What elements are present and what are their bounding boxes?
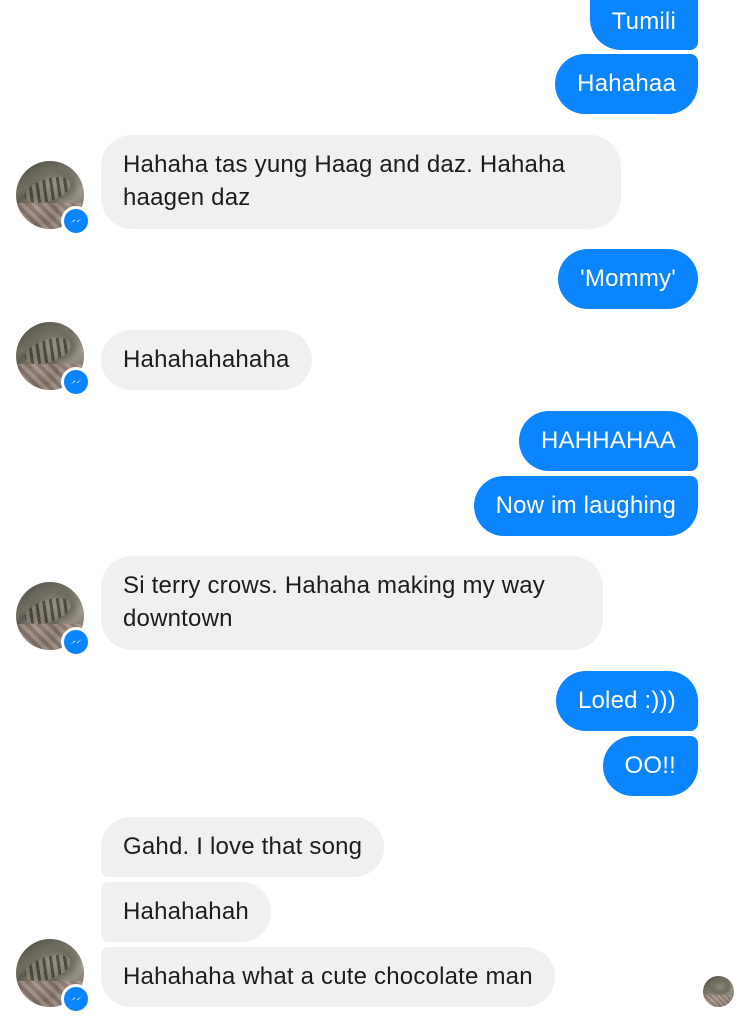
message-bubble-incoming[interactable]: Hahaha tas yung Haag and daz. Hahaha haa… — [101, 135, 621, 229]
messenger-icon — [70, 996, 82, 1002]
messenger-icon — [70, 379, 82, 385]
messenger-badge-icon — [61, 206, 91, 236]
read-receipt-avatar — [703, 976, 734, 1007]
messenger-badge-icon — [61, 984, 91, 1014]
message-bubble-outgoing[interactable]: OO!! — [602, 736, 698, 796]
messenger-badge-icon — [61, 367, 91, 397]
message-bubble-outgoing[interactable]: Loled :))) — [555, 671, 698, 731]
message-bubble-incoming[interactable]: Gahd. I love that song — [101, 817, 385, 877]
message-bubble-outgoing[interactable]: 'Mommy' — [558, 249, 698, 309]
messenger-icon — [70, 218, 82, 224]
messenger-icon — [70, 639, 82, 645]
message-bubble-outgoing[interactable]: HAHHAHAA — [519, 411, 698, 471]
messenger-badge-icon — [61, 627, 91, 657]
message-bubble-outgoing[interactable]: Tumili — [589, 0, 698, 50]
message-bubble-outgoing[interactable]: Hahahaa — [555, 54, 698, 114]
message-bubble-incoming[interactable]: Hahahahahaha — [101, 330, 312, 390]
message-bubble-incoming[interactable]: Hahahaha what a cute chocolate man — [101, 947, 555, 1007]
message-bubble-incoming[interactable]: Hahahahah — [101, 882, 271, 942]
message-bubble-incoming[interactable]: Si terry crows. Hahaha making my way dow… — [101, 556, 603, 650]
message-bubble-outgoing[interactable]: Now im laughing — [473, 476, 698, 536]
